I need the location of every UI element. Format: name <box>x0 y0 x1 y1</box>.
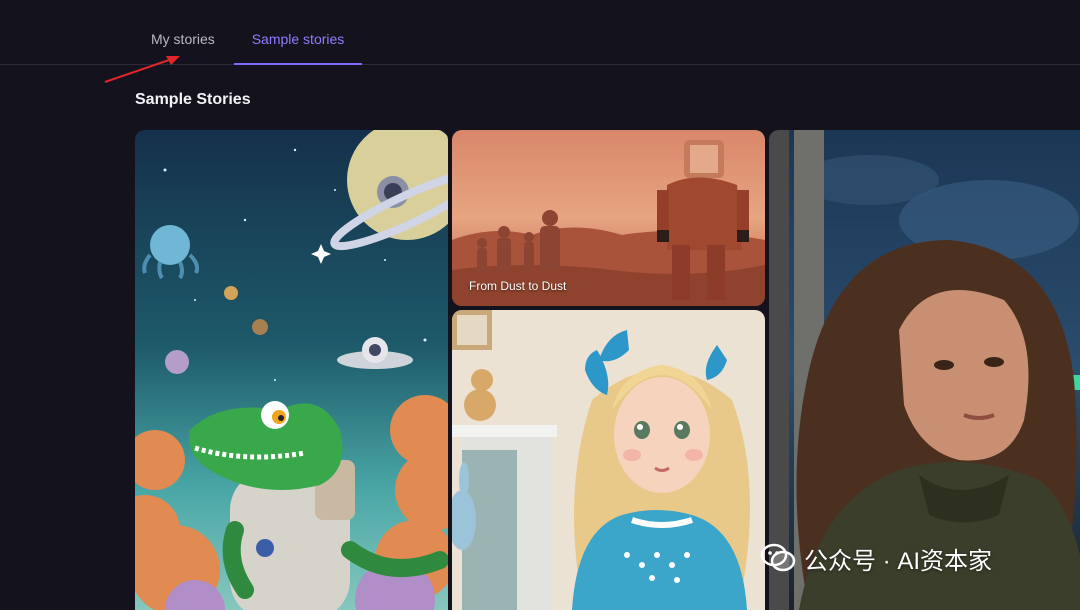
wechat-watermark: 公众号 · AI资本家 <box>760 538 992 578</box>
section-title: Sample Stories <box>135 91 251 108</box>
story-card-space-crocodile[interactable] <box>135 130 448 610</box>
annotation-arrow-icon <box>104 56 180 83</box>
story-card-blonde-girl[interactable] <box>452 310 765 610</box>
active-tab-underline <box>234 63 362 65</box>
tab-sample-stories-label: Sample stories <box>251 31 345 47</box>
wechat-icon <box>760 543 796 572</box>
story-image-space-crocodile <box>135 130 448 610</box>
story-image-girl <box>452 310 765 610</box>
tab-sample-stories[interactable]: Sample stories <box>234 0 362 65</box>
story-card-from-dust-to-dust[interactable]: From Dust to Dust <box>452 130 765 306</box>
watermark-text: 公众号 · AI资本家 <box>804 547 993 575</box>
story-caption: From Dust to Dust <box>469 279 567 293</box>
